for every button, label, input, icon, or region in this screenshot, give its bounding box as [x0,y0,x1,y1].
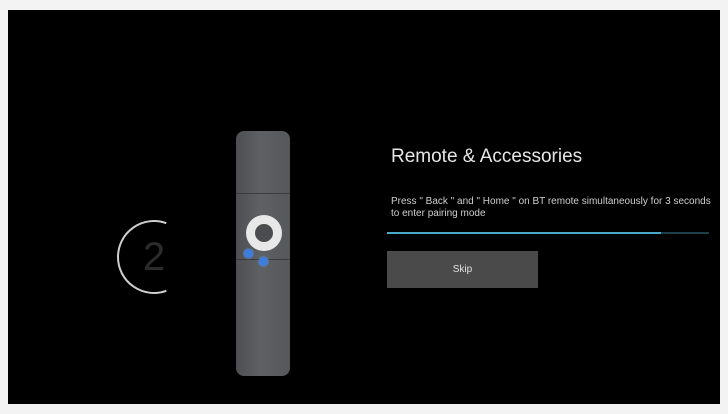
countdown-number: 2 [142,235,166,279]
page-title: Remote & Accessories [391,146,583,167]
bt-remote-illustration [236,131,290,376]
dpad-center-icon [255,224,273,242]
skip-button[interactable]: Skip [387,251,538,288]
pairing-instruction: Press " Back " and " Home " on BT remote… [391,196,711,219]
dpad-ring-icon [246,215,282,251]
remote-divider [236,193,290,194]
pairing-progress-fill [387,232,661,234]
back-button-icon [244,249,253,258]
countdown-timer: 2 [104,207,204,307]
pairing-progress-bar [387,232,709,234]
home-button-icon [259,257,268,266]
tv-screen: 2 Remote & Accessories Press " Back " an… [8,10,720,404]
